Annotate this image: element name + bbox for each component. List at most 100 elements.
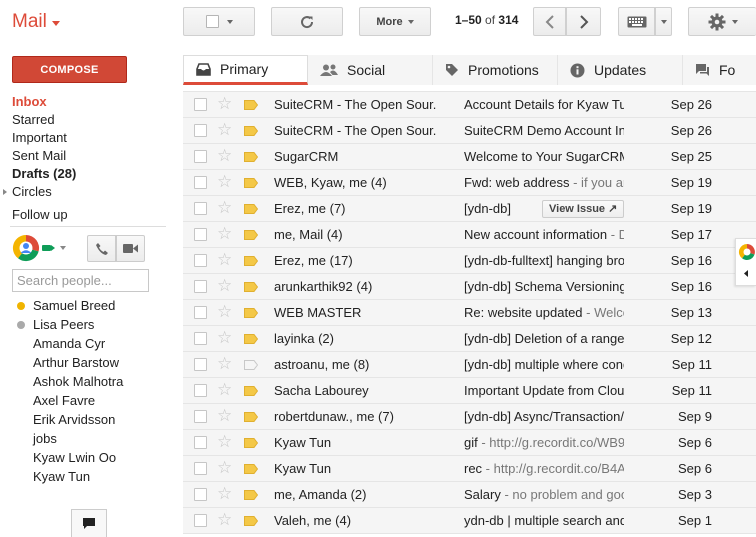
- more-button[interactable]: More: [359, 7, 431, 36]
- important-marker-icon[interactable]: [244, 230, 258, 240]
- tab-updates[interactable]: Updates: [558, 55, 683, 85]
- contact-item[interactable]: Axel Favre: [12, 391, 162, 410]
- view-issue-button[interactable]: View Issue ↗: [542, 200, 625, 218]
- email-row[interactable]: ☆ SuiteCRM - The Open Sour. SuiteCRM Demo …: [183, 118, 756, 144]
- star-icon[interactable]: ☆: [217, 329, 232, 347]
- nav-item-important[interactable]: Important: [12, 129, 172, 147]
- email-row[interactable]: ☆ WEB, Kyaw, me (4) Fwd: web address - if …: [183, 170, 756, 196]
- important-marker-icon[interactable]: [244, 516, 258, 526]
- important-marker-icon[interactable]: [244, 490, 258, 500]
- email-row[interactable]: ☆ Kyaw Tun rec - http://g.recordit.co/B4A S…: [183, 456, 756, 482]
- important-marker-icon[interactable]: [244, 386, 258, 396]
- email-row[interactable]: ☆ layinka (2) [ydn-db] Deletion of a range…: [183, 326, 756, 352]
- star-icon[interactable]: ☆: [217, 147, 232, 165]
- input-tools-button[interactable]: [618, 7, 655, 36]
- star-icon[interactable]: ☆: [217, 381, 232, 399]
- search-people-input[interactable]: [12, 269, 149, 292]
- tab-primary[interactable]: Primary: [183, 55, 308, 85]
- compose-button[interactable]: COMPOSE: [12, 56, 127, 83]
- email-row[interactable]: ☆ SuiteCRM - The Open Sour. Account Detail…: [183, 92, 756, 118]
- contact-item[interactable]: Kyaw Lwin Oo: [12, 448, 162, 467]
- star-icon[interactable]: ☆: [217, 459, 232, 477]
- chat-button[interactable]: [71, 509, 107, 537]
- email-row[interactable]: ☆ astroanu, me (8) [ydn-db] multiple where…: [183, 352, 756, 378]
- older-button[interactable]: [566, 7, 601, 36]
- email-row[interactable]: ☆ robertdunaw., me (7) [ydn-db] Async/Tran…: [183, 404, 756, 430]
- settings-button[interactable]: [688, 7, 756, 36]
- email-row[interactable]: ☆ arunkarthik92 (4) [ydn-db] Schema Versio…: [183, 274, 756, 300]
- select-dropdown-button[interactable]: [183, 7, 255, 36]
- star-icon[interactable]: ☆: [217, 173, 232, 191]
- mail-menu[interactable]: Mail: [12, 11, 60, 33]
- row-checkbox[interactable]: [194, 254, 207, 267]
- important-marker-icon[interactable]: [244, 152, 258, 162]
- row-checkbox[interactable]: [194, 228, 207, 241]
- star-icon[interactable]: ☆: [217, 511, 232, 529]
- important-marker-icon[interactable]: [244, 204, 258, 214]
- important-marker-icon[interactable]: [244, 412, 258, 422]
- nav-item-drafts[interactable]: Drafts (28): [12, 165, 172, 183]
- contact-item[interactable]: jobs: [12, 429, 162, 448]
- row-checkbox[interactable]: [194, 124, 207, 137]
- row-checkbox[interactable]: [194, 98, 207, 111]
- contact-item[interactable]: Ashok Malhotra: [12, 372, 162, 391]
- refresh-button[interactable]: [271, 7, 343, 36]
- important-marker-icon[interactable]: [244, 126, 258, 136]
- row-checkbox[interactable]: [194, 514, 207, 527]
- important-marker-icon[interactable]: [244, 438, 258, 448]
- email-row[interactable]: ☆ me, Amanda (2) Salary - no problem and g…: [183, 482, 756, 508]
- email-row[interactable]: ☆ Erez, me (17) [ydn-db-fulltext] hanging …: [183, 248, 756, 274]
- important-marker-icon[interactable]: [244, 464, 258, 474]
- hangouts-avatar[interactable]: [12, 234, 40, 262]
- important-marker-icon[interactable]: [244, 308, 258, 318]
- row-checkbox[interactable]: [194, 488, 207, 501]
- star-icon[interactable]: ☆: [217, 225, 232, 243]
- email-row[interactable]: ☆ SugarCRM Welcome to Your SugarCRM Sep 25: [183, 144, 756, 170]
- phone-call-button[interactable]: [87, 235, 116, 262]
- row-checkbox[interactable]: [194, 436, 207, 449]
- important-marker-icon[interactable]: [244, 334, 258, 344]
- star-icon[interactable]: ☆: [217, 407, 232, 425]
- star-icon[interactable]: ☆: [217, 433, 232, 451]
- row-checkbox[interactable]: [194, 202, 207, 215]
- newer-button[interactable]: [533, 7, 566, 36]
- contact-item[interactable]: Kyaw Tun: [12, 467, 162, 486]
- row-checkbox[interactable]: [194, 280, 207, 293]
- side-panel-toggle[interactable]: [735, 238, 756, 286]
- input-tools-dropdown[interactable]: [655, 7, 672, 36]
- contact-item[interactable]: Amanda Cyr: [12, 334, 162, 353]
- nav-item-inbox[interactable]: Inbox: [12, 93, 172, 111]
- row-checkbox[interactable]: [194, 176, 207, 189]
- important-marker-icon[interactable]: [244, 178, 258, 188]
- nav-item-sent-mail[interactable]: Sent Mail: [12, 147, 172, 165]
- row-checkbox[interactable]: [194, 150, 207, 163]
- email-row[interactable]: ☆ Sacha Labourey Important Update from Clo…: [183, 378, 756, 404]
- email-row[interactable]: ☆ Erez, me (7) [ydn-db] View Issue ↗ Sep 19: [183, 196, 756, 222]
- important-marker-icon[interactable]: [244, 282, 258, 292]
- star-icon[interactable]: ☆: [217, 199, 232, 217]
- contact-item[interactable]: Erik Arvidsson: [12, 410, 162, 429]
- row-checkbox[interactable]: [194, 462, 207, 475]
- row-checkbox[interactable]: [194, 306, 207, 319]
- nav-item-starred[interactable]: Starred: [12, 111, 172, 129]
- important-marker-icon[interactable]: [244, 360, 258, 370]
- star-icon[interactable]: ☆: [217, 121, 232, 139]
- star-icon[interactable]: ☆: [217, 303, 232, 321]
- tab-forums[interactable]: Fo: [683, 55, 756, 85]
- email-row[interactable]: ☆ Valeh, me (4) ydn-db | multiple search a…: [183, 508, 756, 534]
- contact-item[interactable]: Lisa Peers: [12, 315, 162, 334]
- row-checkbox[interactable]: [194, 384, 207, 397]
- star-icon[interactable]: ☆: [217, 95, 232, 113]
- tab-social[interactable]: Social: [308, 55, 433, 85]
- star-icon[interactable]: ☆: [217, 251, 232, 269]
- star-icon[interactable]: ☆: [217, 355, 232, 373]
- row-checkbox[interactable]: [194, 332, 207, 345]
- video-call-button[interactable]: [116, 235, 145, 262]
- important-marker-icon[interactable]: [244, 256, 258, 266]
- row-checkbox[interactable]: [194, 410, 207, 423]
- email-row[interactable]: ☆ Kyaw Tun gif - http://g.recordit.co/WB9 S…: [183, 430, 756, 456]
- contact-item[interactable]: Arthur Barstow: [12, 353, 162, 372]
- contact-item[interactable]: Samuel Breed: [12, 296, 162, 315]
- nav-item-circles[interactable]: Circles: [3, 183, 172, 201]
- star-icon[interactable]: ☆: [217, 485, 232, 503]
